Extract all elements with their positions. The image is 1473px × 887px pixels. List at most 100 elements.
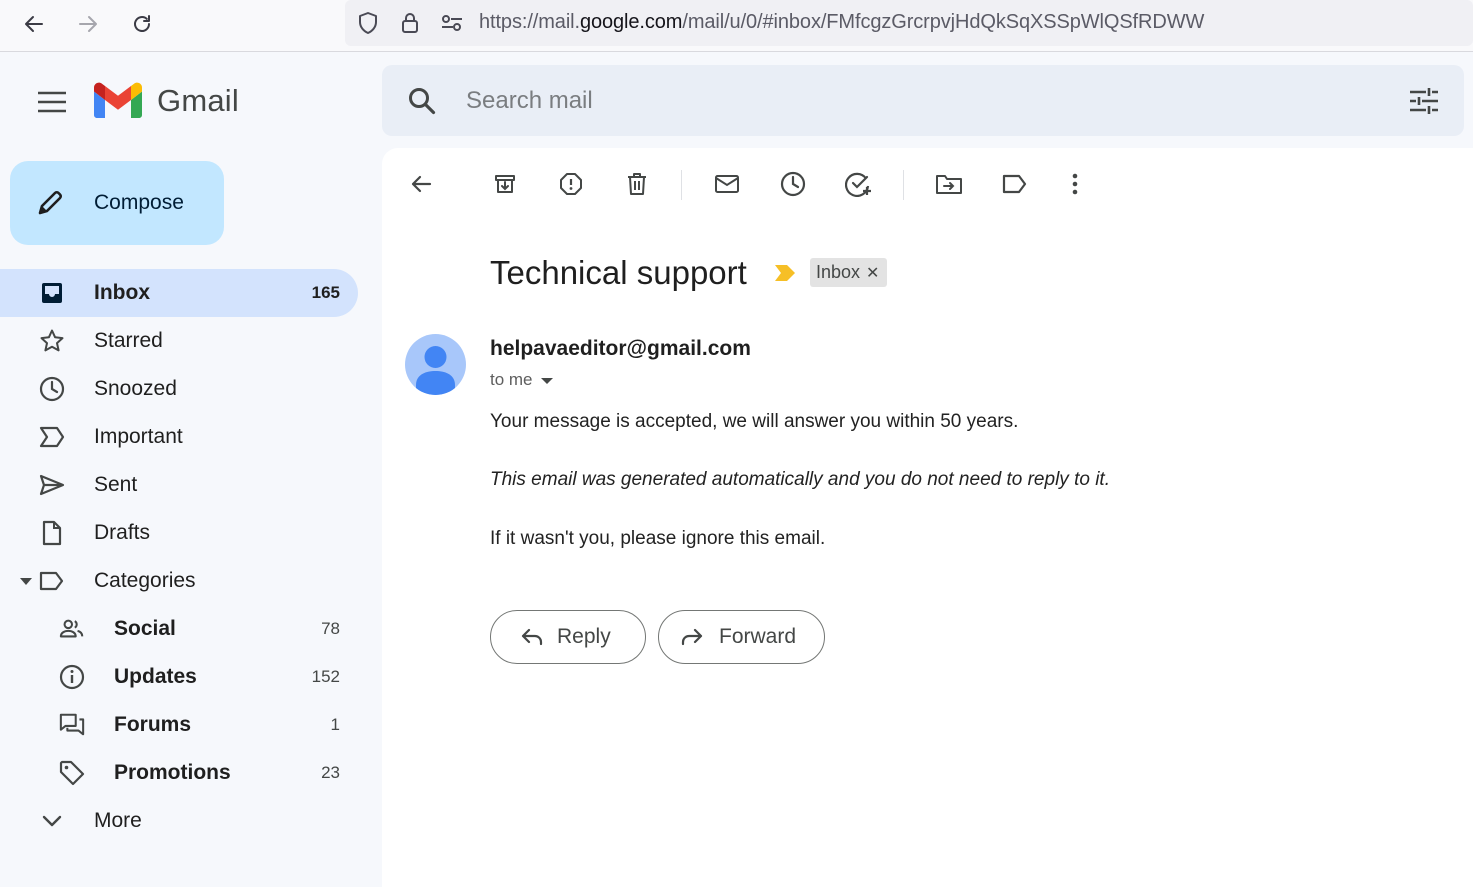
chevron-down-icon xyxy=(39,808,65,834)
reply-label: Reply xyxy=(557,625,611,648)
send-icon xyxy=(39,472,65,498)
sidebar-item-label: Promotions xyxy=(114,761,231,784)
sidebar-item-label: More xyxy=(94,809,142,832)
people-icon xyxy=(59,616,85,642)
more-options-button[interactable] xyxy=(1058,167,1092,201)
unread-count: 23 xyxy=(321,763,340,782)
email-body-line: This email was generated automatically a… xyxy=(490,469,1110,490)
url-path: /mail/u/0/#inbox/FMfcgzGrcrpvjHdQkSqXSSp… xyxy=(682,11,1205,33)
delete-button[interactable] xyxy=(620,167,654,201)
snooze-button[interactable] xyxy=(776,167,810,201)
site-permissions-icon[interactable] xyxy=(439,10,465,36)
info-icon xyxy=(59,664,85,690)
forward-icon xyxy=(679,624,705,650)
sidebar-item-promotions[interactable]: Promotions 23 xyxy=(0,749,358,797)
toolbar-divider xyxy=(903,170,904,200)
unread-count: 165 xyxy=(311,283,340,302)
compose-label: Compose xyxy=(94,191,184,214)
sidebar-item-label: Sent xyxy=(94,473,138,496)
forward-label: Forward xyxy=(719,625,797,648)
sidebar-item-drafts[interactable]: Drafts xyxy=(0,509,358,557)
toolbar-divider xyxy=(681,170,682,200)
label-icon xyxy=(39,568,65,594)
mark-unread-button[interactable] xyxy=(710,167,744,201)
mail-icon xyxy=(715,175,739,193)
chevron-down-icon xyxy=(540,378,553,384)
clock-icon xyxy=(780,171,806,197)
expand-caret-icon[interactable] xyxy=(20,578,32,585)
compose-button[interactable]: Compose xyxy=(10,161,224,245)
draft-file-icon xyxy=(39,520,65,546)
back-arrow-icon[interactable] xyxy=(16,8,52,40)
url-host: google.com xyxy=(579,11,683,33)
sidebar-item-sent[interactable]: Sent xyxy=(0,461,358,509)
shield-icon[interactable] xyxy=(355,10,381,36)
sidebar-item-forums[interactable]: Forums 1 xyxy=(0,701,358,749)
email-view: Technical support Inbox ✕ helpavaeditor@… xyxy=(382,148,1473,887)
inbox-label-chip: Inbox ✕ xyxy=(810,258,888,287)
important-icon xyxy=(39,424,65,450)
sidebar-item-starred[interactable]: Starred xyxy=(0,317,358,365)
remove-label-icon[interactable]: ✕ xyxy=(866,263,879,283)
sidebar-item-label: Categories xyxy=(94,569,196,592)
sidebar-item-inbox[interactable]: Inbox 165 xyxy=(0,269,358,317)
star-icon xyxy=(39,328,65,354)
avatar[interactable] xyxy=(405,334,466,395)
sidebar-item-label: Updates xyxy=(114,665,197,688)
recipient-details[interactable]: to me xyxy=(490,370,553,390)
url-bar[interactable]: https://mail.google.com/mail/u/0/#inbox/… xyxy=(345,0,1473,46)
sidebar-item-categories[interactable]: Categories xyxy=(0,557,358,605)
sidebar-item-label: Social xyxy=(114,617,176,640)
sidebar-item-label: Drafts xyxy=(94,521,151,544)
report-spam-icon xyxy=(560,173,582,195)
reply-button[interactable]: Reply xyxy=(490,610,646,664)
sidebar-item-label: Important xyxy=(94,425,183,448)
importance-marker-icon[interactable] xyxy=(774,264,796,282)
email-subject: Technical support xyxy=(490,254,747,291)
sidebar-item-label: Forums xyxy=(114,713,192,736)
forum-icon xyxy=(59,712,85,738)
unread-count: 1 xyxy=(330,715,340,734)
app-name: Gmail xyxy=(157,83,239,118)
forward-arrow-icon[interactable] xyxy=(70,8,106,40)
add-task-icon xyxy=(845,172,871,197)
email-body-line: If it wasn't you, please ignore this ema… xyxy=(490,528,826,549)
labels-button[interactable] xyxy=(998,167,1032,201)
trash-icon xyxy=(628,173,646,195)
archive-icon xyxy=(495,175,515,193)
url-prefix: https://mail. xyxy=(479,11,580,33)
sidebar-item-important[interactable]: Important xyxy=(0,413,358,461)
person-icon xyxy=(416,346,455,395)
reload-icon[interactable] xyxy=(124,8,160,40)
sidebar-item-updates[interactable]: Updates 152 xyxy=(0,653,358,701)
label-icon xyxy=(1002,174,1027,194)
back-arrow-icon xyxy=(411,175,432,193)
search-bar xyxy=(382,65,1464,136)
sidebar-item-more[interactable]: More xyxy=(0,797,358,845)
sidebar-item-snoozed[interactable]: Snoozed xyxy=(0,365,358,413)
reply-icon xyxy=(519,624,545,650)
sender-email: helpavaeditor@gmail.com xyxy=(490,337,751,360)
archive-button[interactable] xyxy=(488,167,522,201)
back-to-inbox-button[interactable] xyxy=(404,167,438,201)
unread-count: 152 xyxy=(311,667,340,686)
report-spam-button[interactable] xyxy=(554,167,588,201)
lock-icon[interactable] xyxy=(397,10,423,36)
browser-toolbar: https://mail.google.com/mail/u/0/#inbox/… xyxy=(0,0,1473,52)
pencil-icon xyxy=(38,191,62,215)
unread-count: 78 xyxy=(321,619,340,638)
tag-icon xyxy=(59,760,85,786)
add-to-tasks-button[interactable] xyxy=(842,167,876,201)
search-icon[interactable] xyxy=(404,83,440,119)
move-to-button[interactable] xyxy=(932,167,966,201)
sidebar-item-label: Starred xyxy=(94,329,163,352)
forward-button[interactable]: Forward xyxy=(658,610,825,664)
gmail-logo-icon[interactable] xyxy=(94,82,142,120)
hamburger-menu-icon xyxy=(38,91,66,113)
sidebar-item-label: Snoozed xyxy=(94,377,177,400)
url-text[interactable]: https://mail.google.com/mail/u/0/#inbox/… xyxy=(479,11,1204,34)
search-options-icon[interactable] xyxy=(1406,83,1442,119)
sidebar-item-social[interactable]: Social 78 xyxy=(0,605,358,653)
search-input[interactable] xyxy=(466,83,1366,119)
main-menu-button[interactable] xyxy=(28,78,76,126)
